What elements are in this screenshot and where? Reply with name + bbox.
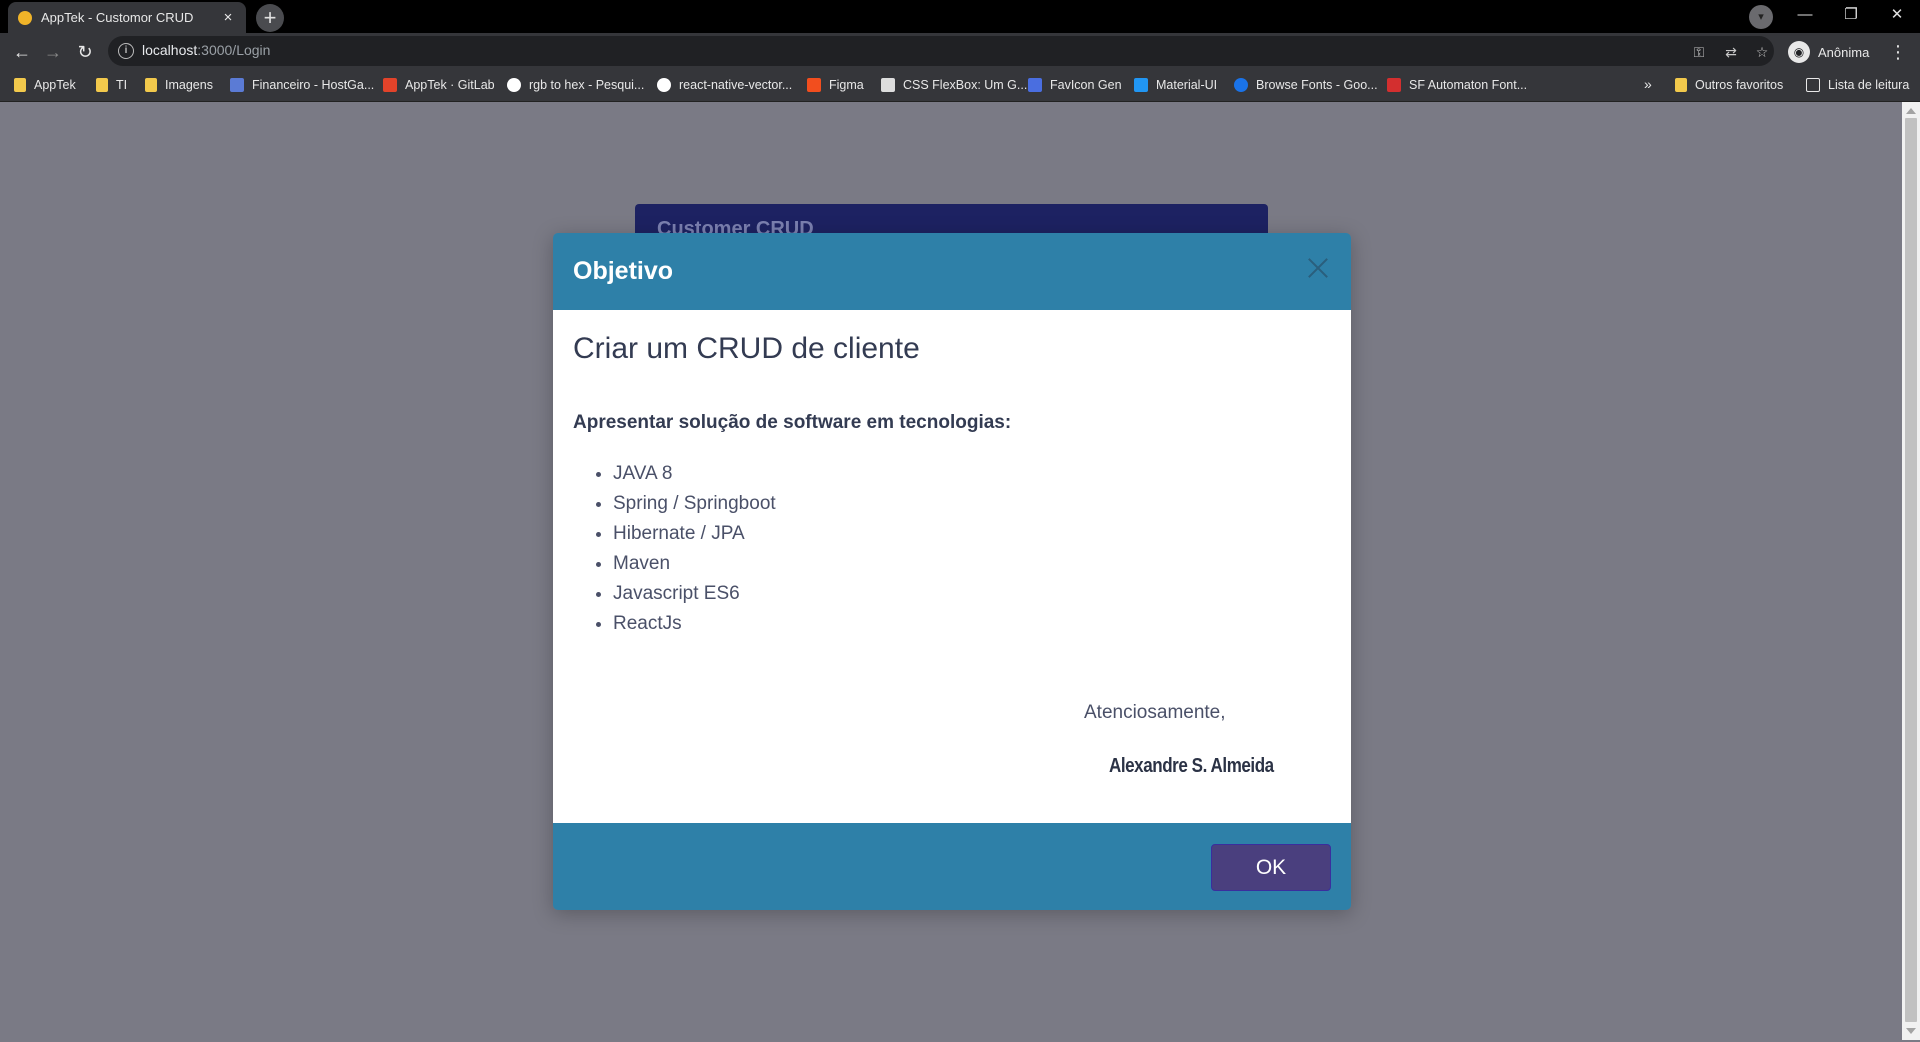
bookmark-item[interactable]: SF Automaton Font... <box>1387 78 1527 92</box>
ok-button[interactable]: OK <box>1211 844 1331 891</box>
folder-icon <box>96 78 108 92</box>
address-bar[interactable]: i localhost:3000/Login ⚿ ⇄ ☆ <box>108 36 1774 66</box>
browser-tab[interactable]: AppTek - Customor CRUD × <box>8 2 246 33</box>
figma-icon <box>807 78 821 92</box>
google-fonts-icon <box>1234 78 1248 92</box>
site-favicon-icon <box>18 10 32 25</box>
reading-list-icon <box>1806 78 1820 92</box>
modal-title: Objetivo <box>573 257 674 285</box>
close-icon[interactable] <box>1303 253 1333 283</box>
signature-text: Alexandre S. Almeida <box>1109 755 1274 777</box>
scroll-down-arrow-icon[interactable] <box>1906 1028 1916 1034</box>
bookmark-item[interactable]: Figma <box>807 78 864 92</box>
fonts-f-icon <box>1387 78 1401 92</box>
technology-list: JAVA 8 Spring / Springboot Hibernate / J… <box>613 459 776 639</box>
modal-header: Objetivo <box>553 233 1351 310</box>
modal-subheading: Apresentar solução de software em tecnol… <box>573 412 1012 433</box>
bookmark-item[interactable]: rgb to hex - Pesqui... <box>507 78 644 92</box>
key-icon[interactable]: ⚿ <box>1688 41 1710 63</box>
browser-toolbar: ← → ↻ i localhost:3000/Login ⚿ ⇄ ☆ ◉ Anô… <box>0 33 1920 70</box>
other-bookmarks-folder[interactable]: Outros favoritos <box>1675 78 1783 92</box>
modal-heading: Criar um CRUD de cliente <box>573 332 920 365</box>
hostgator-icon <box>230 78 244 92</box>
page-scrollbar[interactable] <box>1902 102 1920 1040</box>
list-item: JAVA 8 <box>613 459 776 489</box>
favicon-gen-icon <box>1028 78 1042 92</box>
bookmark-star-icon[interactable]: ☆ <box>1751 41 1773 63</box>
bookmark-item[interactable]: react-native-vector... <box>657 78 792 92</box>
bookmark-item[interactable]: Browse Fonts - Goo... <box>1234 78 1378 92</box>
list-item: Maven <box>613 549 776 579</box>
reading-list-button[interactable]: Lista de leitura <box>1806 78 1909 92</box>
new-tab-button[interactable]: + <box>256 4 284 32</box>
list-item: ReactJs <box>613 609 776 639</box>
scrollbar-thumb[interactable] <box>1905 118 1917 1022</box>
browser-tab-strip: AppTek - Customor CRUD × + ▾ — ❐ ✕ <box>0 0 1920 33</box>
a-icon <box>881 78 895 92</box>
material-ui-icon <box>1134 78 1148 92</box>
bookmark-item[interactable]: Imagens <box>145 78 213 92</box>
tab-close-icon[interactable]: × <box>220 9 236 26</box>
bookmarks-overflow-button[interactable]: » <box>1644 76 1652 92</box>
tab-title: AppTek - Customor CRUD <box>41 10 194 25</box>
bookmark-item[interactable]: AppTek · GitLab <box>383 78 495 92</box>
translate-icon[interactable]: ⇄ <box>1720 41 1742 63</box>
incognito-profile-button[interactable]: ◉ Anônima <box>1788 38 1869 66</box>
list-item: Javascript ES6 <box>613 579 776 609</box>
close-window-icon[interactable]: ✕ <box>1874 0 1920 33</box>
profile-label: Anônima <box>1818 44 1870 60</box>
folder-icon <box>1675 78 1687 92</box>
objective-modal: Objetivo Criar um CRUD de cliente Aprese… <box>553 233 1351 910</box>
modal-footer: OK <box>553 823 1351 910</box>
scroll-up-arrow-icon[interactable] <box>1906 108 1916 114</box>
forward-icon[interactable]: → <box>39 38 67 66</box>
github-icon <box>657 78 671 92</box>
back-icon[interactable]: ← <box>8 38 36 66</box>
bookmark-item[interactable]: FavIcon Gen <box>1028 78 1122 92</box>
site-info-icon[interactable]: i <box>118 43 134 59</box>
bookmarks-bar: AppTek TI Imagens Financeiro - HostGa...… <box>0 70 1920 102</box>
list-item: Spring / Springboot <box>613 489 776 519</box>
url-text: localhost:3000/Login <box>142 42 271 58</box>
minimize-icon[interactable]: — <box>1782 0 1828 33</box>
bookmark-item[interactable]: Material-UI <box>1134 78 1217 92</box>
bookmark-item[interactable]: CSS FlexBox: Um G... <box>881 78 1027 92</box>
gitlab-icon <box>383 78 397 92</box>
incognito-icon: ◉ <box>1788 41 1810 63</box>
google-icon <box>507 78 521 92</box>
reload-icon[interactable]: ↻ <box>71 38 99 66</box>
bookmark-item[interactable]: TI <box>96 78 127 92</box>
folder-icon <box>14 78 26 92</box>
bookmark-item[interactable]: Financeiro - HostGa... <box>230 78 374 92</box>
regards-text: Atenciosamente, <box>1084 702 1226 723</box>
menu-icon[interactable]: ⋮ <box>1884 38 1912 66</box>
bookmark-item[interactable]: AppTek <box>14 78 76 92</box>
folder-icon <box>145 78 157 92</box>
tab-search-icon[interactable]: ▾ <box>1749 5 1773 29</box>
list-item: Hibernate / JPA <box>613 519 776 549</box>
restore-icon[interactable]: ❐ <box>1828 0 1874 33</box>
modal-body: Criar um CRUD de cliente Apresentar solu… <box>553 310 1351 823</box>
